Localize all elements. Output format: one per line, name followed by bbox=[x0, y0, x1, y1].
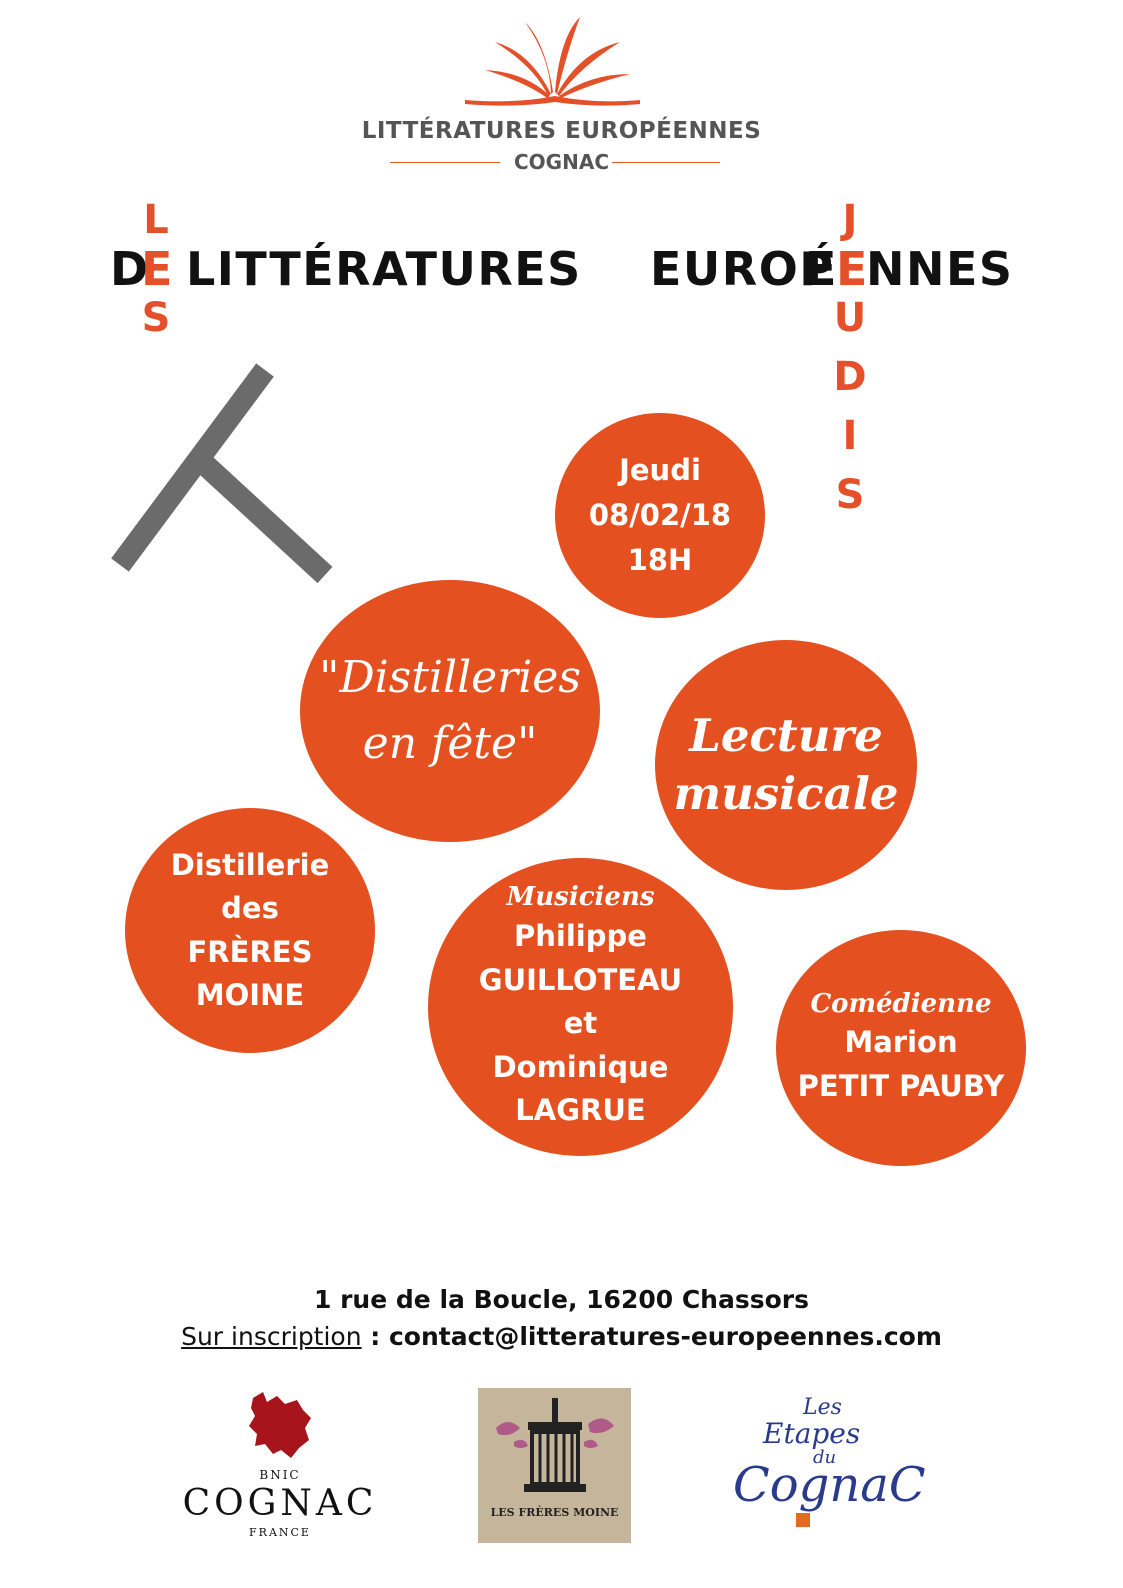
freres-moine-logo: LES FRÈRES MOINE bbox=[478, 1388, 631, 1543]
bnic-country: FRANCE bbox=[249, 1526, 311, 1539]
word-e-accent: É bbox=[805, 242, 838, 296]
les-letter-e: E bbox=[141, 242, 174, 296]
bnic-cognac-logo: BNIC COGNAC FRANCE bbox=[175, 1388, 385, 1548]
org-name: LITTÉRATURES EUROPÉENNES bbox=[361, 118, 762, 144]
event-title-line1: "Distilleries bbox=[319, 652, 581, 703]
actress-first: Marion bbox=[844, 1025, 958, 1060]
musician2-last: LAGRUE bbox=[515, 1093, 646, 1128]
event-title-line2: en fête" bbox=[362, 718, 538, 769]
actress-circle: Comédienne Marion PETIT PAUBY bbox=[776, 930, 1026, 1166]
actress-role: Comédienne bbox=[810, 988, 992, 1019]
wine-press-icon bbox=[496, 1398, 614, 1492]
bnic-main: COGNAC bbox=[182, 1483, 378, 1524]
jeudis-letter-e: E bbox=[836, 242, 869, 296]
word-litteratures: LITTÉRATURES bbox=[186, 242, 582, 296]
les-letter-s: S bbox=[141, 295, 171, 341]
les-letter-l: L bbox=[143, 197, 169, 243]
etapes-mid: Etapes bbox=[763, 1417, 861, 1450]
cognac-region-map-icon bbox=[249, 1392, 311, 1458]
etapes-cognac-logo: Les Etapes du CognaC bbox=[728, 1395, 928, 1530]
venue-circle: Distillerie des FRÈRES MOINE bbox=[125, 808, 375, 1053]
musicians-and: et bbox=[563, 1006, 598, 1041]
etapes-main: CognaC bbox=[733, 1457, 926, 1513]
signup-label: Sur inscription bbox=[181, 1322, 362, 1351]
musicians-role: Musiciens bbox=[506, 882, 655, 913]
etapes-badge-icon bbox=[796, 1513, 810, 1527]
jeudis-letter-j: J bbox=[842, 197, 858, 243]
actress-last: PETIT PAUBY bbox=[797, 1068, 1005, 1103]
jeudis-letter-d: D bbox=[833, 354, 867, 400]
lecture-circle: Lecture musicale bbox=[655, 640, 917, 890]
lecture-line2: musicale bbox=[673, 767, 899, 820]
date-value: 08/02/18 bbox=[588, 498, 732, 533]
date-time: 18H bbox=[627, 542, 693, 577]
musicians-circle: Musiciens Philippe GUILLOTEAU et Dominiq… bbox=[428, 858, 733, 1156]
venue-line2: des bbox=[221, 891, 279, 925]
org-city: COGNAC bbox=[514, 150, 609, 174]
musician1-first: Philippe bbox=[514, 919, 647, 954]
date-day: Jeudi bbox=[619, 453, 701, 488]
venue-line4: MOINE bbox=[195, 978, 305, 1012]
title-circle: "Distilleries en fête" bbox=[300, 580, 600, 842]
venue-line3: FRÈRES bbox=[187, 934, 313, 969]
book-logo-icon bbox=[465, 17, 640, 106]
lecture-line1: Lecture bbox=[689, 708, 883, 762]
musician2-first: Dominique bbox=[492, 1049, 669, 1084]
jeudis-letter-s: S bbox=[835, 472, 865, 518]
musician1-last: GUILLOTEAU bbox=[478, 962, 683, 997]
contact-email-link[interactable]: contact@litteratures-europeennes.com bbox=[389, 1322, 942, 1351]
grey-t-shape bbox=[111, 363, 333, 584]
date-circle: Jeudi 08/02/18 18H bbox=[555, 413, 765, 618]
separator: : bbox=[361, 1322, 389, 1351]
bnic-small: BNIC bbox=[259, 1468, 301, 1482]
venue-address: 1 rue de la Boucle, 16200 Chassors bbox=[314, 1285, 809, 1314]
word-nnes: NNES bbox=[866, 242, 1014, 296]
freres-moine-text: LES FRÈRES MOINE bbox=[490, 1506, 619, 1519]
jeudis-letter-u: U bbox=[833, 295, 867, 341]
jeudis-letter-i: I bbox=[842, 413, 858, 459]
venue-line1: Distillerie bbox=[170, 847, 330, 882]
contact-line: Sur inscription : contact@litteratures-e… bbox=[0, 1322, 1123, 1351]
